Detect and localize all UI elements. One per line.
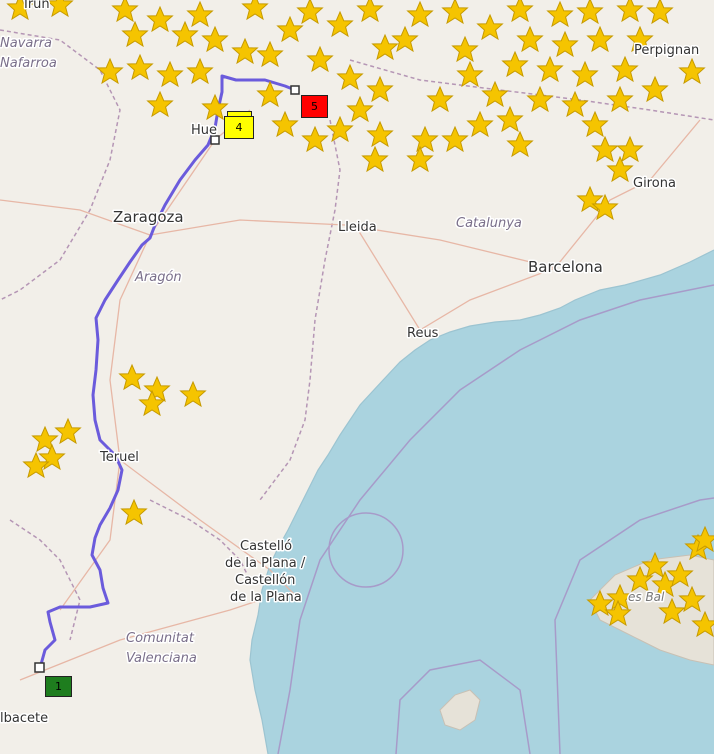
label-huesca: Hue [191, 123, 217, 138]
waypoint-square-icon[interactable] [34, 662, 45, 673]
waypoint-square-icon[interactable] [290, 85, 300, 95]
marker-label: 5 [311, 100, 318, 113]
label-castello-4: de la Plana [230, 590, 302, 605]
label-castello-1: Castelló [240, 539, 292, 554]
label-zaragoza: Zaragoza [113, 208, 184, 226]
map-canvas[interactable]: Irun Navarra Nafarroa Perpignan Hue Zara… [0, 0, 714, 754]
label-barcelona: Barcelona [528, 258, 603, 276]
label-valenciana: Valenciana [126, 651, 197, 666]
label-reus: Reus [407, 326, 439, 341]
label-lleida: Lleida [338, 220, 377, 235]
label-teruel: Teruel [99, 450, 139, 465]
label-comunitat: Comunitat [126, 631, 195, 646]
label-perpignan: Perpignan [634, 43, 699, 58]
label-girona: Girona [633, 176, 676, 191]
marker-label: 1 [55, 680, 62, 693]
label-irun: Irun [24, 0, 50, 12]
waypoint-marker-5[interactable]: 5 [301, 95, 328, 118]
label-albacete: lbacete [0, 711, 48, 726]
label-illes-balears: es Bal [628, 590, 665, 604]
label-castello-3: Castellón [235, 573, 295, 588]
marker-label: 4 [235, 121, 243, 134]
label-aragon: Aragón [134, 270, 182, 285]
map-svg: Irun Navarra Nafarroa Perpignan Hue Zara… [0, 0, 714, 754]
waypoint-marker-1[interactable]: 1 [45, 676, 72, 697]
label-catalunya: Catalunya [456, 216, 522, 231]
label-castello-2: de la Plana / [225, 556, 306, 571]
waypoint-marker-4[interactable]: 4 [224, 116, 254, 139]
label-navarra: Navarra [0, 36, 52, 51]
label-nafarroa: Nafarroa [0, 56, 57, 71]
